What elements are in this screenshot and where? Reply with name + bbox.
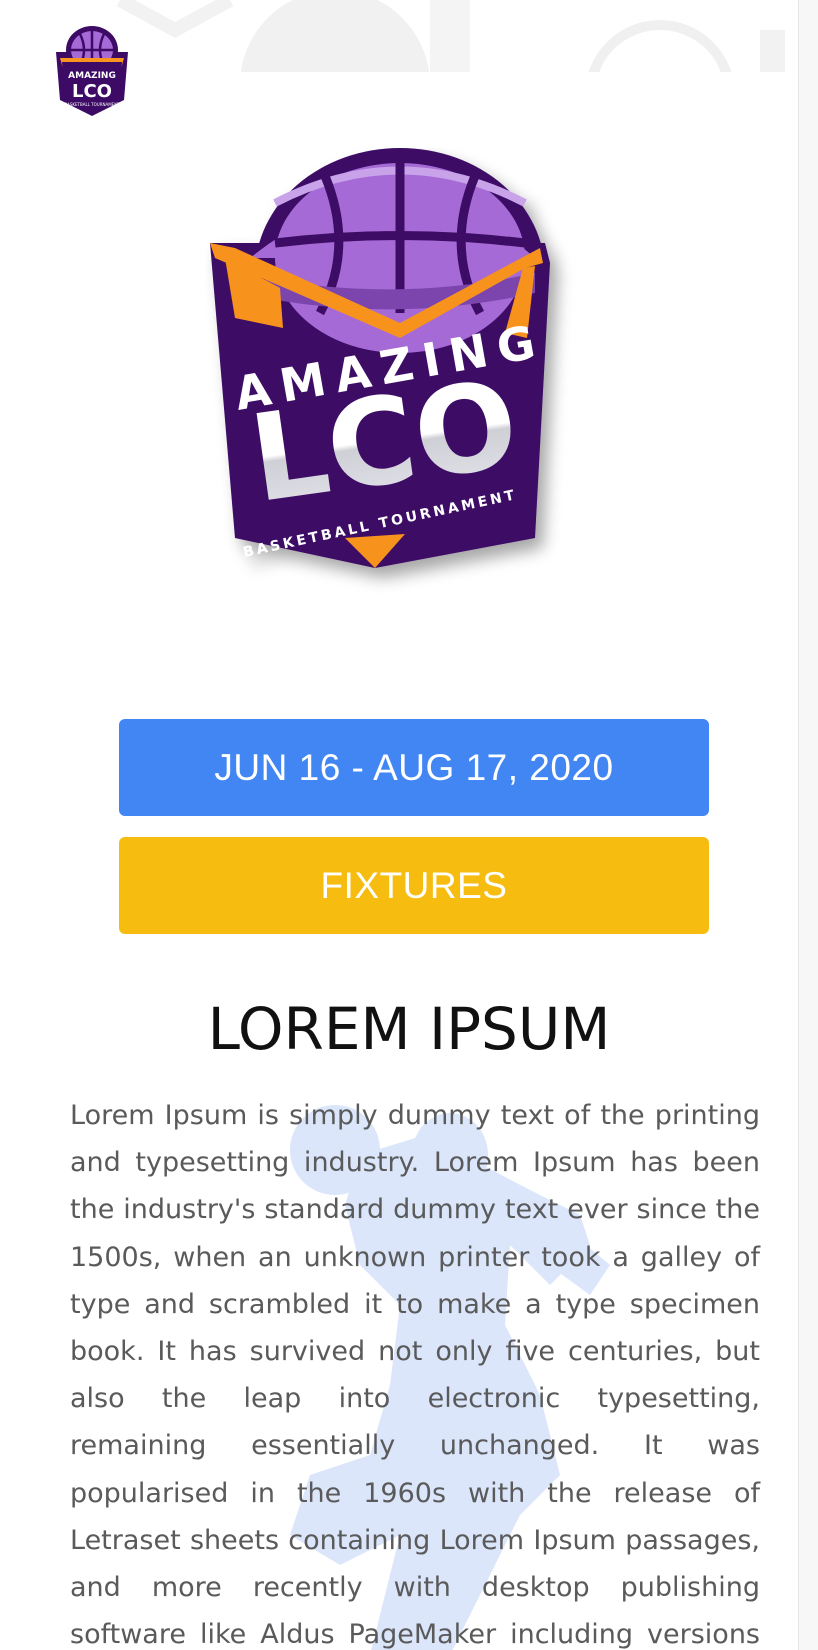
section-body-text: Lorem Ipsum is simply dummy text of the … bbox=[70, 1100, 760, 1650]
fixtures-button[interactable]: FIXTURES bbox=[119, 837, 709, 934]
section-title: LOREM IPSUM bbox=[207, 995, 611, 1063]
amazing-lco-logo-small[interactable]: AMAZING LCO BASKETBALL TOURNAMENT bbox=[52, 22, 132, 118]
page: AMAZING LCO BASKETBALL TOURNAMENT AMAZIN… bbox=[0, 0, 818, 1650]
svg-text:LCO: LCO bbox=[72, 81, 112, 102]
svg-text:BASKETBALL TOURNAMENT: BASKETBALL TOURNAMENT bbox=[64, 102, 120, 107]
date-range-button[interactable]: JUN 16 - AUG 17, 2020 bbox=[119, 719, 709, 816]
amazing-lco-hero-logo: AMAZING LCO BASKETBALL TOURNAMENT bbox=[205, 148, 595, 618]
scrollbar[interactable] bbox=[798, 0, 818, 1650]
svg-text:AMAZING: AMAZING bbox=[68, 71, 116, 81]
